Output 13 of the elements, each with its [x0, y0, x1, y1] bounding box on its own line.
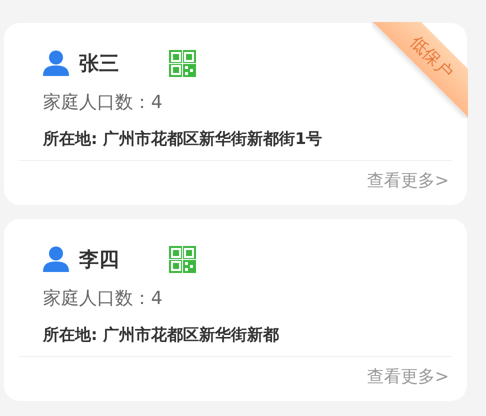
view-more-link[interactable]: 查看更多> — [366, 366, 449, 388]
resident-name: 张三 — [79, 50, 120, 76]
person-icon — [43, 50, 69, 76]
status-ribbon: 低保户 — [372, 22, 468, 118]
qr-code-icon[interactable] — [169, 50, 196, 76]
qr-code-icon[interactable] — [169, 246, 196, 272]
view-more-link[interactable]: 查看更多> — [366, 170, 449, 192]
resident-name: 李四 — [79, 246, 120, 272]
household-size: 家庭人口数：4 — [42, 287, 164, 311]
person-icon — [43, 246, 69, 272]
address: 所在地: 广州市花都区新华街新都街1号 — [42, 128, 324, 150]
address: 所在地: 广州市花都区新华街新都 — [42, 324, 280, 346]
household-size: 家庭人口数：4 — [42, 91, 164, 115]
